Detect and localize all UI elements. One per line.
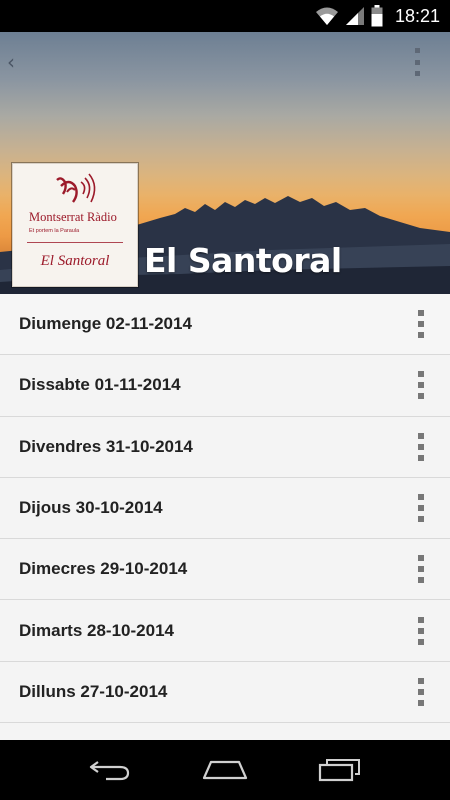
back-chevron-icon[interactable]: ‹: [4, 50, 18, 74]
more-vert-icon[interactable]: [414, 555, 428, 584]
home-icon[interactable]: [195, 750, 255, 790]
wifi-icon: [315, 6, 339, 26]
status-bar: 18:21: [0, 0, 450, 32]
dot: [414, 48, 420, 53]
more-vert-icon[interactable]: [412, 48, 422, 76]
list-item[interactable]: Dimecres 29-10-2014: [0, 539, 450, 601]
episode-list: Diumenge 02-11-2014 Dissabte 01-11-2014 …: [0, 294, 450, 740]
back-icon[interactable]: [80, 750, 140, 790]
dot: [414, 59, 420, 65]
list-item[interactable]: Dilluns 27-10-2014: [0, 661, 450, 724]
more-vert-icon[interactable]: [414, 677, 428, 706]
list-item-label: Dijous 30-10-2014: [19, 498, 163, 518]
more-vert-icon[interactable]: [414, 310, 428, 339]
logo-station-name: Montserrat Ràdio: [29, 210, 117, 224]
page-title: El Santoral: [144, 241, 342, 280]
signal-icon: [345, 6, 365, 26]
list-item[interactable]: Diumenge 02-11-2014: [0, 294, 450, 356]
list-item-label: Dilluns 27-10-2014: [19, 681, 168, 701]
list-item[interactable]: Dimarts 28-10-2014: [0, 600, 450, 662]
list-item[interactable]: Dijous 30-10-2014: [0, 477, 450, 540]
radio-waves-logo-icon: [56, 173, 96, 203]
logo-tagline: Et portem la Paraula: [29, 228, 80, 234]
list-item-label: Dissabte 01-11-2014: [19, 375, 181, 395]
more-vert-icon[interactable]: [414, 494, 428, 523]
list-item-label: Diumenge 02-11-2014: [19, 314, 192, 334]
more-vert-icon[interactable]: [414, 616, 428, 645]
navigation-bar: [0, 740, 450, 800]
recents-icon[interactable]: [310, 750, 370, 790]
dot: [414, 71, 420, 76]
battery-icon: [371, 5, 383, 27]
more-vert-icon[interactable]: [414, 432, 428, 461]
list-item[interactable]: Divendres 31-10-2014: [0, 416, 450, 478]
list-item-label: Divendres 31-10-2014: [19, 436, 193, 456]
program-logo: Montserrat Ràdio Et portem la Paraula El…: [12, 163, 138, 287]
more-vert-icon[interactable]: [414, 371, 428, 400]
logo-program-name: El Santoral: [40, 253, 110, 269]
list-item-label: Dimarts 28-10-2014: [19, 620, 174, 640]
list-item-label: Dimecres 29-10-2014: [19, 559, 188, 579]
header: ‹ Montserrat Ràdio Et portem la Paraula …: [0, 32, 450, 294]
list-item[interactable]: Dissabte 01-11-2014: [0, 355, 450, 417]
logo-divider: [27, 242, 123, 243]
status-time: 18:21: [394, 5, 440, 26]
